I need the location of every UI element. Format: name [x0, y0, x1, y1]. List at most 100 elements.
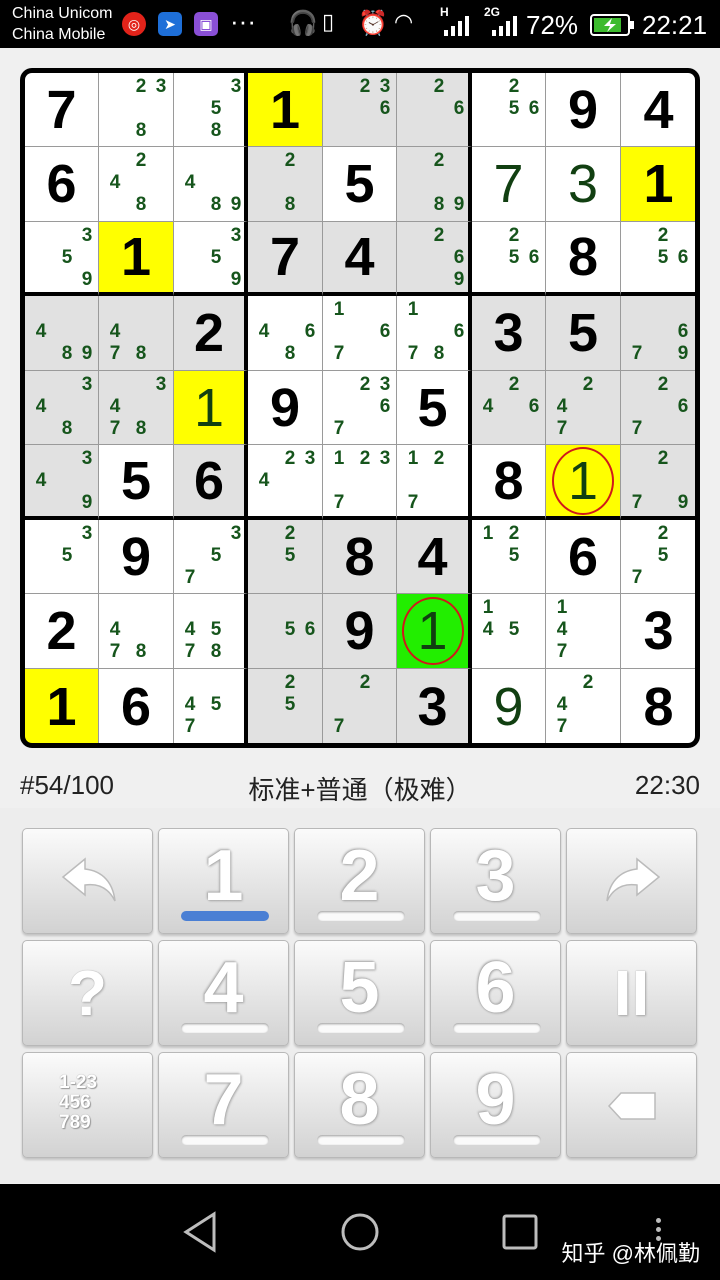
sudoku-cell-r4c5[interactable]: 1 6 7 [323, 296, 397, 371]
sudoku-cell-r6c4[interactable]: 234 [248, 445, 323, 520]
sudoku-cell-r2c3[interactable]: 489 [174, 147, 248, 222]
number-key-7[interactable]: 7 [158, 1052, 289, 1158]
sudoku-cell-r7c4[interactable]: 25 [248, 520, 323, 594]
sudoku-cell-r1c4[interactable]: 1 [248, 73, 323, 147]
number-key-3[interactable]: 3 [430, 828, 561, 934]
sudoku-cell-r7c8[interactable]: 6 [546, 520, 621, 594]
sudoku-cell-r4c6[interactable]: 1678 [397, 296, 472, 371]
sudoku-cell-r9c7[interactable]: 9 [472, 669, 546, 743]
pause-button[interactable]: II [566, 940, 697, 1046]
number-key-4[interactable]: 4 [158, 940, 289, 1046]
sudoku-cell-r9c1[interactable]: 1 [25, 669, 99, 743]
sudoku-cell-r5c6[interactable]: 5 [397, 371, 472, 445]
sudoku-cell-r2c2[interactable]: 248 [99, 147, 174, 222]
sudoku-cell-r2c5[interactable]: 5 [323, 147, 397, 222]
sudoku-cell-r5c5[interactable]: 2367 [323, 371, 397, 445]
sudoku-cell-r3c3[interactable]: 359 [174, 222, 248, 296]
redo-button[interactable] [566, 828, 697, 934]
sudoku-cell-r4c7[interactable]: 3 [472, 296, 546, 371]
sudoku-cell-r9c9[interactable]: 8 [621, 669, 695, 743]
sudoku-cell-r6c8[interactable]: 1 [546, 445, 621, 520]
sudoku-cell-r6c3[interactable]: 6 [174, 445, 248, 520]
number-key-8[interactable]: 8 [294, 1052, 425, 1158]
hint-button[interactable]: ? [22, 940, 153, 1046]
sudoku-cell-r3c8[interactable]: 8 [546, 222, 621, 296]
sudoku-cell-r8c3[interactable]: 4578 [174, 594, 248, 669]
sudoku-cell-r9c4[interactable]: 25 [248, 669, 323, 743]
sudoku-cell-r7c7[interactable]: 125 [472, 520, 546, 594]
sudoku-cell-r4c8[interactable]: 5 [546, 296, 621, 371]
sudoku-cell-r3c4[interactable]: 7 [248, 222, 323, 296]
sudoku-cell-r1c8[interactable]: 9 [546, 73, 621, 147]
sudoku-cell-r4c9[interactable]: 6 7 9 [621, 296, 695, 371]
sudoku-cell-r4c2[interactable]: 478 [99, 296, 174, 371]
undo-button[interactable] [22, 828, 153, 934]
sudoku-cell-r7c3[interactable]: 357 [174, 520, 248, 594]
sudoku-cell-r7c9[interactable]: 257 [621, 520, 695, 594]
sudoku-cell-r2c7[interactable]: 7 [472, 147, 546, 222]
sudoku-cell-r5c1[interactable]: 3 48 [25, 371, 99, 445]
sudoku-cell-r1c7[interactable]: 256 [472, 73, 546, 147]
sudoku-cell-r3c5[interactable]: 4 [323, 222, 397, 296]
sudoku-cell-r2c8[interactable]: 3 [546, 147, 621, 222]
notes-mode-button[interactable]: 1-23 456 789 [22, 1052, 153, 1158]
sudoku-cell-r2c6[interactable]: 289 [397, 147, 472, 222]
sudoku-cell-r5c2[interactable]: 3 478 [99, 371, 174, 445]
sudoku-cell-r9c6[interactable]: 3 [397, 669, 472, 743]
number-key-5[interactable]: 5 [294, 940, 425, 1046]
number-key-6[interactable]: 6 [430, 940, 561, 1046]
sudoku-cell-r8c6[interactable]: 1 [397, 594, 472, 669]
sudoku-cell-r1c9[interactable]: 4 [621, 73, 695, 147]
sudoku-cell-r7c2[interactable]: 9 [99, 520, 174, 594]
sudoku-cell-r4c4[interactable]: 4 68 [248, 296, 323, 371]
sudoku-cell-r8c8[interactable]: 147 [546, 594, 621, 669]
sudoku-cell-r1c1[interactable]: 7 [25, 73, 99, 147]
sudoku-cell-r5c3[interactable]: 1 [174, 371, 248, 445]
sudoku-cell-r9c8[interactable]: 247 [546, 669, 621, 743]
back-button[interactable] [170, 1206, 230, 1258]
number-key-1[interactable]: 1 [158, 828, 289, 934]
number-key-9[interactable]: 9 [430, 1052, 561, 1158]
sudoku-cell-r2c1[interactable]: 6 [25, 147, 99, 222]
sudoku-cell-r1c5[interactable]: 236 [323, 73, 397, 147]
sudoku-cell-r6c2[interactable]: 5 [99, 445, 174, 520]
sudoku-cell-r7c5[interactable]: 8 [323, 520, 397, 594]
sudoku-cell-r9c2[interactable]: 6 [99, 669, 174, 743]
sudoku-cell-r5c7[interactable]: 24 6 [472, 371, 546, 445]
sudoku-cell-r6c1[interactable]: 3 4 9 [25, 445, 99, 520]
sudoku-cell-r5c8[interactable]: 247 [546, 371, 621, 445]
sudoku-cell-r4c3[interactable]: 2 [174, 296, 248, 371]
sudoku-cell-r5c4[interactable]: 9 [248, 371, 323, 445]
sudoku-cell-r3c9[interactable]: 256 [621, 222, 695, 296]
sudoku-cell-r6c9[interactable]: 2 7 9 [621, 445, 695, 520]
sudoku-cell-r8c4[interactable]: 56 [248, 594, 323, 669]
sudoku-cell-r8c5[interactable]: 9 [323, 594, 397, 669]
sudoku-cell-r8c7[interactable]: 145 [472, 594, 546, 669]
sudoku-cell-r8c1[interactable]: 2 [25, 594, 99, 669]
sudoku-cell-r2c4[interactable]: 28 [248, 147, 323, 222]
sudoku-cell-r9c3[interactable]: 457 [174, 669, 248, 743]
number-key-2[interactable]: 2 [294, 828, 425, 934]
home-button[interactable] [330, 1206, 390, 1258]
sudoku-cell-r5c9[interactable]: 26 7 [621, 371, 695, 445]
sudoku-cell-r6c6[interactable]: 12 7 [397, 445, 472, 520]
sudoku-cell-r2c9[interactable]: 1 [621, 147, 695, 222]
sudoku-cell-r7c6[interactable]: 4 [397, 520, 472, 594]
sudoku-cell-r6c7[interactable]: 8 [472, 445, 546, 520]
sudoku-cell-r7c1[interactable]: 35 [25, 520, 99, 594]
recents-button[interactable] [490, 1206, 550, 1258]
given-digit: 2 [46, 601, 77, 661]
sudoku-cell-r3c6[interactable]: 269 [397, 222, 472, 296]
sudoku-cell-r4c1[interactable]: 489 [25, 296, 99, 371]
sudoku-cell-r1c3[interactable]: 358 [174, 73, 248, 147]
sudoku-cell-r8c9[interactable]: 3 [621, 594, 695, 669]
sudoku-cell-r1c2[interactable]: 238 [99, 73, 174, 147]
sudoku-cell-r3c2[interactable]: 1 [99, 222, 174, 296]
sudoku-cell-r8c2[interactable]: 478 [99, 594, 174, 669]
sudoku-cell-r1c6[interactable]: 26 [397, 73, 472, 147]
sudoku-cell-r3c1[interactable]: 359 [25, 222, 99, 296]
erase-button[interactable] [566, 1052, 697, 1158]
sudoku-cell-r9c5[interactable]: 27 [323, 669, 397, 743]
sudoku-cell-r6c5[interactable]: 1237 [323, 445, 397, 520]
sudoku-cell-r3c7[interactable]: 256 [472, 222, 546, 296]
